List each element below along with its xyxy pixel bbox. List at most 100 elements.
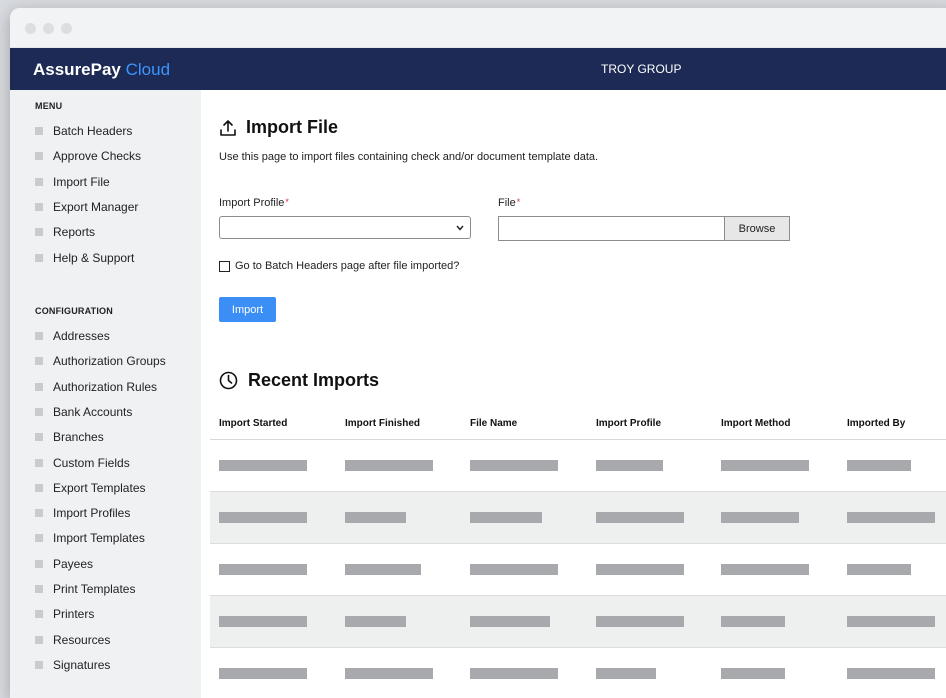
sidebar-item-payees[interactable]: Payees bbox=[35, 556, 93, 572]
column-header-import-method[interactable]: Import Method bbox=[721, 418, 790, 429]
placeholder-cell-import-started bbox=[219, 512, 307, 523]
sidebar-item-export-templates[interactable]: Export Templates bbox=[35, 480, 146, 496]
placeholder-cell-import-finished bbox=[345, 668, 433, 679]
sidebar-item-label: Printers bbox=[53, 607, 95, 622]
file-path-input[interactable] bbox=[498, 216, 724, 241]
brand-suffix: Cloud bbox=[125, 60, 171, 79]
placeholder-cell-import-method bbox=[721, 616, 785, 627]
sidebar-bullet bbox=[35, 228, 43, 237]
table-row[interactable] bbox=[210, 492, 946, 544]
table-row[interactable] bbox=[210, 544, 946, 596]
sidebar-bullet bbox=[35, 253, 43, 262]
placeholder-cell-import-method bbox=[721, 668, 785, 679]
clock-icon bbox=[219, 371, 238, 390]
go-to-batch-headers-label: Go to Batch Headers page after file impo… bbox=[235, 260, 460, 272]
sidebar-bullet bbox=[35, 332, 43, 340]
sidebar-bullet bbox=[35, 534, 43, 543]
placeholder-cell-import-profile bbox=[596, 564, 684, 575]
sidebar-item-import-templates[interactable]: Import Templates bbox=[35, 530, 145, 546]
main-content: Import File Use this page to import file… bbox=[201, 90, 946, 698]
placeholder-cell-import-finished bbox=[345, 564, 421, 575]
sidebar-item-label: Approve Checks bbox=[53, 149, 142, 164]
sidebar-item-export-manager[interactable]: Export Manager bbox=[35, 199, 138, 215]
browse-button[interactable]: Browse bbox=[724, 216, 790, 241]
placeholder-cell-import-finished bbox=[345, 460, 433, 471]
sidebar-item-label: Resources bbox=[53, 632, 111, 647]
required-asterisk: * bbox=[285, 197, 289, 207]
menu-section-title: MENU bbox=[35, 101, 63, 111]
sidebar-item-label: Authorization Rules bbox=[53, 379, 158, 394]
sidebar-item-printers[interactable]: Printers bbox=[35, 606, 94, 622]
sidebar-item-label: Bank Accounts bbox=[53, 404, 133, 419]
sidebar-item-authorization-rules[interactable]: Authorization Rules bbox=[35, 379, 157, 395]
required-asterisk: * bbox=[516, 197, 521, 207]
placeholder-cell-imported-by bbox=[847, 668, 935, 679]
sidebar-item-label: Print Templates bbox=[53, 582, 136, 596]
sidebar-item-signatures[interactable]: Signatures bbox=[35, 657, 110, 673]
page-title: Import File bbox=[219, 117, 338, 138]
sidebar-item-approve-checks[interactable]: Approve Checks bbox=[35, 148, 141, 164]
import-profile-select[interactable] bbox=[219, 216, 471, 239]
sidebar-item-help-and-support[interactable]: Help & Support bbox=[35, 250, 134, 266]
column-header-import-finished[interactable]: Import Finished bbox=[345, 418, 420, 429]
sidebar-bullet bbox=[35, 407, 43, 416]
brand-name: AssurePay bbox=[33, 60, 121, 79]
column-header-file-name[interactable]: File Name bbox=[470, 418, 517, 429]
sidebar-item-label: Custom Fields bbox=[53, 455, 130, 470]
go-to-batch-headers-checkbox[interactable] bbox=[219, 260, 230, 272]
placeholder-cell-file-name bbox=[470, 616, 550, 627]
placeholder-cell-import-profile bbox=[596, 668, 656, 679]
table-row[interactable] bbox=[210, 648, 946, 698]
placeholder-cell-import-started bbox=[219, 460, 307, 471]
sidebar: MENU Batch Headers Approve Checks Import F… bbox=[10, 90, 201, 698]
sidebar-item-label: Reports bbox=[53, 225, 96, 240]
sidebar-item-import-file[interactable]: Import File bbox=[35, 174, 110, 190]
placeholder-cell-import-started bbox=[219, 668, 307, 679]
table-row[interactable] bbox=[210, 596, 946, 648]
sidebar-item-batch-headers[interactable]: Batch Headers bbox=[35, 123, 132, 139]
column-header-import-profile[interactable]: Import Profile bbox=[596, 418, 661, 429]
placeholder-cell-import-method bbox=[721, 460, 809, 471]
sidebar-bullet bbox=[35, 382, 43, 391]
placeholder-cell-imported-by bbox=[847, 616, 935, 627]
sidebar-item-import-profiles[interactable]: Import Profiles bbox=[35, 505, 130, 521]
window-minimize-dot[interactable] bbox=[43, 23, 54, 34]
placeholder-cell-import-profile bbox=[596, 512, 684, 523]
sidebar-bullet bbox=[35, 559, 43, 568]
column-header-imported-by[interactable]: Imported By bbox=[847, 418, 905, 429]
sidebar-item-reports[interactable]: Reports bbox=[35, 224, 95, 240]
sidebar-item-addresses[interactable]: Addresses bbox=[35, 328, 110, 344]
sidebar-item-label: Import Profiles bbox=[53, 506, 131, 521]
placeholder-cell-file-name bbox=[470, 668, 558, 679]
table-row[interactable] bbox=[210, 440, 946, 492]
placeholder-cell-imported-by bbox=[847, 512, 935, 523]
page-description: Use this page to import files containing… bbox=[219, 151, 599, 163]
sidebar-bullet bbox=[35, 357, 43, 366]
sidebar-item-label: Payees bbox=[53, 556, 94, 571]
column-header-import-started[interactable]: Import Started bbox=[219, 418, 287, 429]
sidebar-bullet bbox=[35, 458, 43, 467]
sidebar-item-custom-fields[interactable]: Custom Fields bbox=[35, 455, 130, 471]
configuration-section-title: CONFIGURATION bbox=[35, 306, 113, 316]
upload-icon bbox=[220, 119, 236, 136]
app-header: AssurePay Cloud TROY GROUP bbox=[10, 48, 946, 90]
sidebar-item-bank-accounts[interactable]: Bank Accounts bbox=[35, 404, 132, 420]
brand-logo[interactable]: AssurePay Cloud bbox=[33, 60, 170, 80]
placeholder-cell-import-method bbox=[721, 512, 799, 523]
import-profile-label-text: Import Profile bbox=[219, 197, 285, 209]
sidebar-item-resources[interactable]: Resources bbox=[35, 632, 110, 648]
window-maximize-dot[interactable] bbox=[61, 23, 72, 34]
sidebar-item-print-templates[interactable]: Print Templates bbox=[35, 581, 135, 597]
sidebar-bullet bbox=[35, 509, 43, 518]
window-titlebar bbox=[10, 8, 946, 48]
placeholder-cell-imported-by bbox=[847, 564, 911, 575]
window-close-dot[interactable] bbox=[25, 23, 36, 34]
sidebar-bullet bbox=[35, 635, 43, 644]
import-button[interactable]: Import bbox=[219, 297, 276, 322]
sidebar-item-authorization-groups[interactable]: Authorization Groups bbox=[35, 353, 166, 369]
sidebar-item-branches[interactable]: Branches bbox=[35, 429, 104, 445]
sidebar-bullet bbox=[35, 483, 43, 492]
placeholder-cell-import-started bbox=[219, 616, 307, 627]
placeholder-cell-import-method bbox=[721, 564, 809, 575]
app-window: AssurePay Cloud TROY GROUP MENU Batch He… bbox=[10, 8, 946, 698]
